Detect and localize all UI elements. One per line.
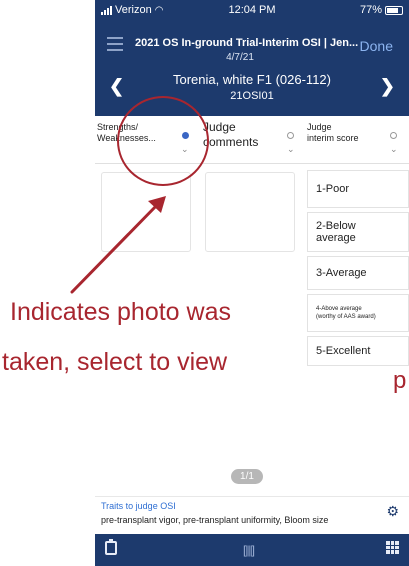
tab-judge-interim-score[interactable]: Judge interim score ⌄ — [307, 122, 407, 162]
navigation-header: Verizon ◠ 12:04 PM 77% 2021 OS In-ground… — [95, 0, 409, 116]
grid-icon[interactable] — [386, 541, 399, 554]
score-option-5[interactable]: 5-Excellent — [307, 336, 409, 366]
chevron-right-icon[interactable]: ❯ — [380, 76, 395, 97]
traits-text: pre-transplant vigor, pre-transplant uni… — [101, 515, 391, 525]
battery-percent: 77% — [359, 4, 382, 16]
radio-icon[interactable] — [390, 132, 397, 139]
app-screen: Verizon ◠ 12:04 PM 77% 2021 OS In-ground… — [95, 0, 409, 566]
battery-icon — [385, 5, 403, 15]
trial-date: 4/7/21 — [226, 52, 254, 63]
score-option-2[interactable]: 2-Below average — [307, 212, 409, 252]
radio-icon[interactable] — [287, 132, 294, 139]
plot-name: Torenia, white F1 (026-112) — [172, 72, 331, 87]
annotation-line-1: Indicates photo was — [10, 298, 231, 326]
traits-title[interactable]: Traits to judge OSI — [101, 501, 176, 511]
score-option-1[interactable]: 1-Poor — [307, 170, 409, 208]
score-label: 4-Above average (worthy of AAS award) — [316, 306, 376, 320]
traits-panel: Traits to judge OSI pre-transplant vigor… — [95, 496, 409, 534]
clipboard-icon[interactable] — [105, 539, 117, 555]
score-option-4[interactable]: 4-Above average (worthy of AAS award) — [307, 294, 409, 332]
done-button[interactable]: Done — [360, 38, 393, 54]
gear-icon[interactable]: ⚙ — [386, 503, 399, 520]
score-label: 5-Excellent — [316, 345, 371, 357]
annotation-trailing-text: p — [393, 367, 407, 394]
score-option-3[interactable]: 3-Average — [307, 256, 409, 290]
chevron-down-icon: ⌄ — [287, 144, 295, 154]
comment-card[interactable] — [205, 172, 295, 252]
annotation-line-2: taken, select to view — [2, 348, 228, 376]
page-indicator: 1/1 — [231, 469, 263, 484]
status-bar: Verizon ◠ 12:04 PM 77% — [95, 2, 409, 20]
comment-card[interactable] — [101, 172, 191, 252]
score-options: 1-Poor 2-Below average 3-Average 4-Above… — [307, 170, 409, 370]
annotation-circle — [117, 96, 209, 186]
chevron-down-icon: ⌄ — [390, 144, 398, 154]
battery-indicator: 77% — [360, 4, 403, 16]
trial-title: 2021 OS In-ground Trial-Interim OSI | Je… — [135, 37, 359, 49]
score-label: 3-Average — [316, 267, 367, 279]
barcode-scan-icon[interactable]: [|||] — [243, 543, 255, 557]
score-label: 1-Poor — [316, 183, 350, 195]
hamburger-icon[interactable] — [107, 37, 123, 51]
tab-label: Judge comments — [203, 120, 259, 149]
score-label: 2-Below average — [316, 220, 356, 244]
bottom-tab-bar: [|||] — [95, 534, 409, 566]
tab-judge-comments[interactable]: Judge comments ⌄ — [203, 120, 299, 162]
